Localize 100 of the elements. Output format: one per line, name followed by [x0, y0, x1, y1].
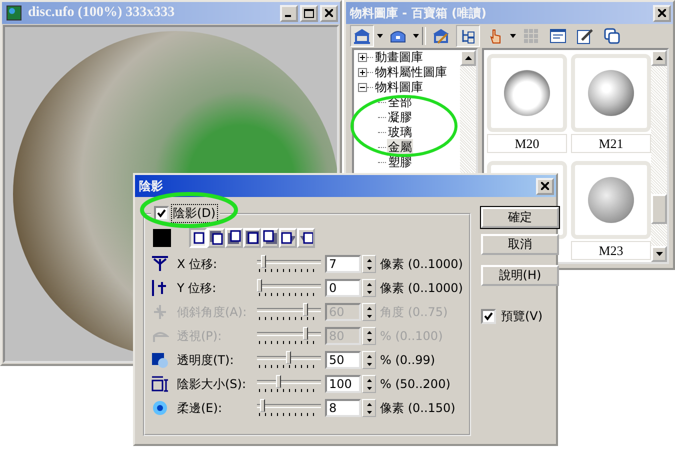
spin-up-icon[interactable] — [366, 402, 372, 406]
skew-icon — [151, 304, 169, 320]
number-field[interactable]: 100 — [325, 375, 361, 393]
expander-icon[interactable] — [358, 53, 367, 62]
caret-icon[interactable] — [510, 34, 516, 38]
spin-up-icon[interactable] — [366, 330, 372, 334]
close-button[interactable] — [536, 178, 554, 194]
tree-view-icon[interactable] — [456, 25, 480, 47]
tree-item[interactable]: 凝膠 — [387, 109, 413, 126]
size-icon — [151, 376, 169, 392]
scroll-thumb[interactable] — [651, 194, 667, 224]
thumbnail-label: M23 — [571, 241, 651, 260]
checkbox-label[interactable]: 預覽(V) — [500, 308, 544, 325]
spin-up-icon[interactable] — [366, 378, 372, 382]
shadow-style-button[interactable] — [207, 228, 225, 248]
tree-item[interactable]: 玻璃 — [387, 124, 413, 141]
close-icon — [541, 182, 549, 190]
tree-item[interactable]: 塑膠 — [387, 154, 413, 171]
thumbnail[interactable] — [571, 161, 651, 239]
slider[interactable] — [257, 351, 321, 369]
scrollbar[interactable] — [651, 50, 667, 262]
checkbox[interactable] — [480, 309, 496, 324]
checkbox-label[interactable]: 陰影(D) — [172, 205, 217, 222]
spin-down-icon[interactable] — [366, 314, 372, 318]
shadow-style-icon — [281, 230, 295, 246]
slider-thumb[interactable] — [257, 279, 262, 292]
close-icon — [325, 9, 333, 17]
slider-thumb[interactable] — [276, 375, 282, 388]
spin-up-icon[interactable] — [366, 306, 372, 310]
checkmark-icon — [484, 312, 493, 321]
spin-up-icon[interactable] — [366, 354, 372, 358]
spinner-button[interactable] — [362, 327, 376, 345]
scroll-up-icon[interactable] — [464, 56, 472, 60]
unit-label: % (0..99) — [380, 353, 436, 367]
shadow-style-button[interactable] — [297, 228, 315, 248]
slider[interactable] — [257, 303, 321, 321]
shadow-style-icon — [191, 230, 205, 246]
slider-thumb[interactable] — [261, 255, 266, 268]
spin-down-icon[interactable] — [366, 338, 372, 342]
feather-icon — [151, 400, 169, 416]
close-icon — [658, 9, 666, 17]
image-file-icon — [6, 5, 22, 21]
thumbnail[interactable] — [487, 54, 567, 132]
spin-down-icon[interactable] — [366, 290, 372, 294]
shadow-style-button[interactable] — [261, 228, 279, 248]
number-field[interactable]: 8 — [325, 399, 361, 417]
shadow-style-button[interactable] — [225, 228, 243, 248]
expander-icon[interactable] — [358, 68, 367, 77]
tree-item[interactable]: 物料屬性圖庫 — [374, 64, 448, 81]
window-title: disc.ufo (100%) 333x333 — [28, 5, 175, 21]
setting-label: X 位移: — [177, 256, 218, 272]
unit-label: % (50..200) — [380, 377, 450, 391]
spin-down-icon[interactable] — [366, 362, 372, 366]
thumbnail[interactable] — [571, 54, 651, 132]
spinner-button[interactable] — [362, 303, 376, 321]
transparency-icon — [151, 352, 169, 368]
spin-up-icon[interactable] — [366, 282, 372, 286]
dialog-button[interactable]: 說明(H) — [480, 265, 559, 286]
scroll-up-icon[interactable] — [656, 56, 662, 60]
slider[interactable] — [257, 327, 321, 345]
shadow-style-icon — [263, 230, 277, 246]
color-swatch[interactable] — [153, 229, 171, 247]
slider[interactable] — [257, 399, 321, 417]
dialog-button[interactable]: 確定 — [480, 207, 559, 228]
sphere-icon — [588, 70, 634, 116]
dialog-button[interactable]: 取消 — [480, 234, 559, 255]
spin-down-icon[interactable] — [366, 386, 372, 390]
slider[interactable] — [257, 375, 321, 393]
caret-icon[interactable] — [413, 34, 419, 38]
thumbnail-label: M21 — [571, 134, 651, 153]
slider-thumb[interactable] — [260, 399, 265, 412]
caret-icon[interactable] — [377, 34, 383, 38]
tree-item[interactable]: 物料圖庫 — [374, 79, 424, 96]
scroll-down-icon[interactable] — [656, 252, 662, 256]
slider[interactable] — [257, 279, 321, 297]
shadow-style-button[interactable] — [189, 228, 207, 248]
spin-up-icon[interactable] — [366, 258, 372, 262]
spin-down-icon[interactable] — [366, 410, 372, 414]
building-icon[interactable] — [350, 25, 374, 47]
shadow-style-icon — [299, 230, 313, 246]
spinner-button[interactable] — [362, 279, 376, 297]
shadow-style-button[interactable] — [279, 228, 297, 248]
number-field[interactable]: 7 — [325, 255, 361, 273]
spinner-button[interactable] — [362, 375, 376, 393]
spinner-button[interactable] — [362, 255, 376, 273]
checkbox[interactable] — [154, 206, 169, 221]
slider[interactable] — [257, 255, 321, 273]
spin-down-icon[interactable] — [366, 266, 372, 270]
slider-thumb[interactable] — [286, 351, 291, 364]
spinner-button[interactable] — [362, 399, 376, 417]
number-field[interactable]: 50 — [325, 351, 361, 369]
expander-icon[interactable] — [358, 83, 367, 92]
unit-label: 像素 (0..1000) — [380, 256, 463, 272]
setting-label: 透明度(T): — [177, 352, 235, 368]
number-field[interactable]: 0 — [325, 279, 361, 297]
sphere-icon — [588, 177, 634, 223]
tree-item[interactable]: 動畫圖庫 — [374, 50, 424, 66]
spinner-button[interactable] — [362, 351, 376, 369]
checkmark-icon — [157, 209, 166, 218]
shadow-style-button[interactable] — [243, 228, 261, 248]
